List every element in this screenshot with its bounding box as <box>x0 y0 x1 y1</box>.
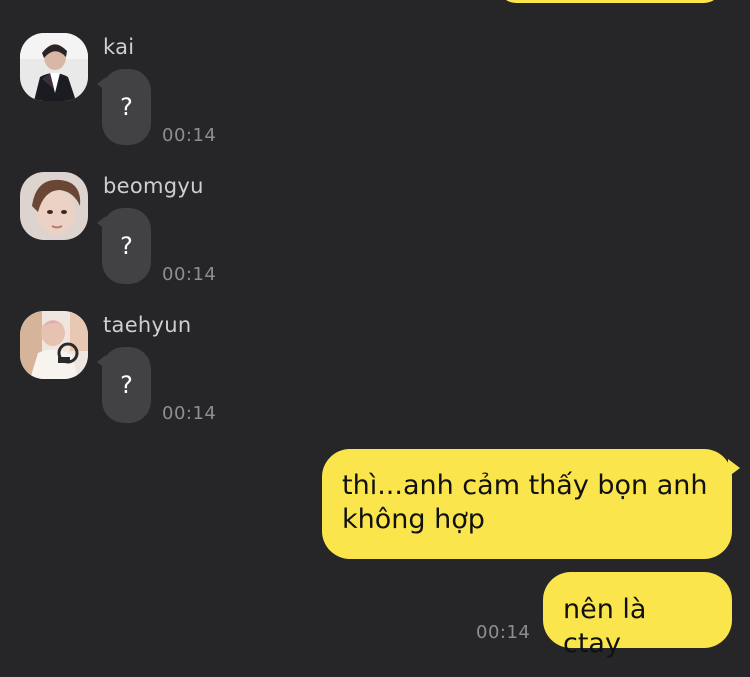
outgoing-message-bubble[interactable]: thì...anh cảm thấy bọn anh không hợp <box>322 449 740 559</box>
message-timestamp: 00:14 <box>476 622 531 643</box>
beomgyu-avatar[interactable] <box>20 172 88 240</box>
message-timestamp: 00:14 <box>162 264 217 285</box>
sender-name: beomgyu <box>103 174 204 198</box>
sender-name: kai <box>103 35 135 59</box>
outgoing-message-bubble-partial[interactable] <box>498 0 722 3</box>
message-text-line: thì...anh cảm thấy bọn anh <box>342 470 708 501</box>
incoming-message-bubble[interactable]: ? <box>97 208 151 284</box>
sender-name: taehyun <box>103 313 192 337</box>
message-text-line: không hợp <box>342 504 485 535</box>
message-timestamp: 00:14 <box>162 403 217 424</box>
outgoing-message-bubble[interactable]: nên là ctay <box>543 572 732 659</box>
chat-conversation: kai ? 00:14 beomgyu ? 00:14 taehyun ? 00… <box>0 0 750 677</box>
kai-avatar[interactable] <box>20 33 88 101</box>
incoming-message-bubble[interactable]: ? <box>97 347 151 423</box>
message-text: nên là ctay <box>563 594 647 659</box>
incoming-message-bubble[interactable]: ? <box>97 69 151 145</box>
message-timestamp: 00:14 <box>162 125 217 146</box>
taehyun-avatar[interactable] <box>20 311 88 379</box>
